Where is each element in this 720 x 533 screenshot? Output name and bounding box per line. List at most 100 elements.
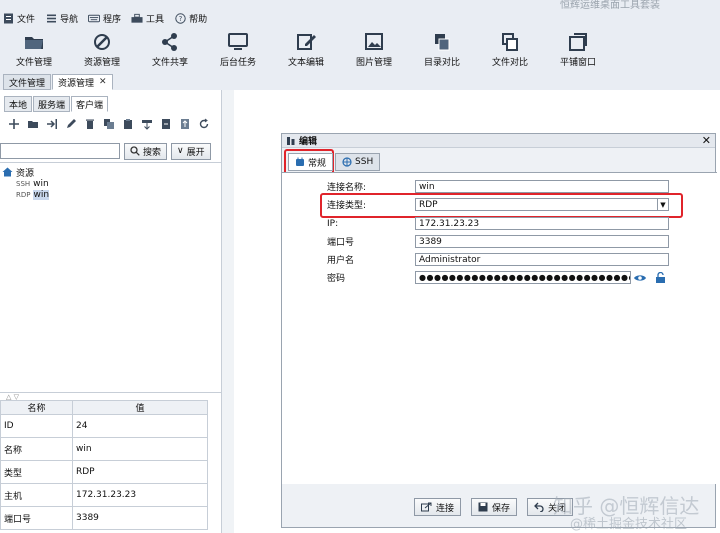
field-password: 密码 ●●●●●●●●●●●●●●●●●●●●●●●●●●●●●●●●●●●●●… xyxy=(327,271,666,284)
chevron-down-icon: ∨ xyxy=(177,146,184,156)
chevron-down-icon: ▼ xyxy=(657,199,668,210)
properties-table: 名称 值 ID 24 名称 win 类型 RDP 主机 172.31.23.23 端口号… xyxy=(0,400,208,530)
tool-file-share[interactable]: 文件共享 xyxy=(136,28,204,72)
edit-dialog: 编辑 ✕ 常规 SSH 连接名称: win 连接类型: RDP ▼ IP: 17… xyxy=(281,133,717,528)
table-row: 主机 172.31.23.23 xyxy=(0,483,208,507)
password-input[interactable]: ●●●●●●●●●●●●●●●●●●●●●●●●●●●●●●●●●●●●●●●●… xyxy=(415,271,631,284)
paste-icon[interactable] xyxy=(120,116,136,132)
panel-splitter[interactable]: △ ▽ xyxy=(0,392,222,401)
save-icon xyxy=(478,502,488,512)
tool-file-manager[interactable]: 文件管理 xyxy=(0,28,68,72)
window-title: 恒辉运维桌面工具套装 xyxy=(560,0,660,11)
search-button[interactable]: 搜索 xyxy=(124,142,168,160)
tool-resource-manager[interactable]: 资源管理 xyxy=(68,28,136,72)
tab-server[interactable]: 服务端 xyxy=(33,96,71,112)
tab-resource-manager[interactable]: 资源管理 ✕ xyxy=(52,74,113,90)
close-icon[interactable]: ✕ xyxy=(702,134,711,147)
edit-icon[interactable] xyxy=(63,116,79,132)
menu-bar: 文件 导航 程序 工具 ? 帮助 xyxy=(0,8,207,28)
keyboard-icon xyxy=(88,12,101,24)
import-icon[interactable] xyxy=(44,116,60,132)
dialog-title-bar[interactable]: 编辑 ✕ xyxy=(282,134,715,148)
tool-directory-compare[interactable]: 目录对比 xyxy=(408,28,476,72)
resource-sub-tabs: 本地 服务端 客户端 xyxy=(4,96,109,112)
general-form: 连接名称: win 连接类型: RDP ▼ IP: 172.31.23.23 端… xyxy=(282,172,717,484)
menu-tools[interactable]: 工具 xyxy=(131,12,164,25)
tools-icon xyxy=(131,12,143,24)
field-ip: IP: 172.31.23.23 xyxy=(327,217,669,230)
ip-input[interactable]: 172.31.23.23 xyxy=(415,217,669,230)
connect-button[interactable]: 连接 xyxy=(414,498,462,516)
add-icon[interactable] xyxy=(6,116,22,132)
refresh-icon[interactable] xyxy=(196,116,212,132)
dialog-buttons: 连接 保存 关闭 xyxy=(414,498,574,516)
folder-icon xyxy=(25,37,43,49)
menu-file[interactable]: 文件 xyxy=(2,12,35,25)
lock-icon[interactable] xyxy=(655,272,666,283)
resource-toolbar xyxy=(6,116,212,132)
tab-file-manager[interactable]: 文件管理 xyxy=(3,74,52,90)
upload-icon[interactable] xyxy=(177,116,193,132)
eye-icon[interactable] xyxy=(633,273,647,283)
menu-program[interactable]: 程序 xyxy=(88,12,121,25)
panel-tabs: 文件管理 资源管理 ✕ xyxy=(3,74,113,90)
tab-ssh[interactable]: SSH xyxy=(335,153,381,171)
search-input[interactable] xyxy=(0,143,120,159)
watermark: @稀土掘金技术社区 xyxy=(570,517,688,532)
globe-icon xyxy=(342,157,352,167)
tab-local[interactable]: 本地 xyxy=(4,96,33,112)
resource-panel: 本地 服务端 客户端 搜索 ∨ 展开 资源 SSH win RDP win △ … xyxy=(0,90,222,533)
field-connection-name: 连接名称: win xyxy=(327,180,669,193)
splitter[interactable] xyxy=(222,90,234,533)
node-type-tag: SSH xyxy=(16,179,31,188)
table-row: 名称 win xyxy=(0,437,208,461)
tree-root[interactable]: 资源 xyxy=(2,166,220,179)
tool-tile-window[interactable]: 平铺窗口 xyxy=(544,28,612,72)
monitor-icon xyxy=(228,33,248,50)
tab-general[interactable]: 常规 xyxy=(288,153,334,171)
export-icon[interactable] xyxy=(158,116,174,132)
copy-icon[interactable] xyxy=(101,116,117,132)
back-icon xyxy=(534,502,544,512)
field-connection-type: 连接类型: RDP ▼ xyxy=(327,198,669,211)
connection-name-input[interactable]: win xyxy=(415,180,669,193)
table-row: 类型 RDP xyxy=(0,460,208,484)
menu-icon xyxy=(45,12,57,24)
calendar-icon xyxy=(296,157,304,166)
column-header: 值 xyxy=(72,400,208,415)
node-type-tag: RDP xyxy=(16,190,31,199)
tree-node[interactable]: SSH win xyxy=(2,178,220,189)
network-icon xyxy=(94,34,110,50)
expand-button[interactable]: ∨ 展开 xyxy=(171,142,211,160)
move-icon[interactable] xyxy=(139,116,155,132)
app-icon xyxy=(287,136,295,145)
tool-file-compare[interactable]: 文件对比 xyxy=(476,28,544,72)
menu-help[interactable]: ? 帮助 xyxy=(174,12,207,25)
menu-navigate[interactable]: 导航 xyxy=(45,12,78,25)
dialog-tabs: 常规 SSH xyxy=(288,153,381,171)
save-button[interactable]: 保存 xyxy=(471,498,518,516)
tool-image-manager[interactable]: 图片管理 xyxy=(340,28,408,72)
port-input[interactable]: 3389 xyxy=(415,235,669,248)
home-icon xyxy=(2,167,13,177)
connection-type-select[interactable]: RDP ▼ xyxy=(415,198,669,211)
dialog-title: 编辑 xyxy=(299,137,318,147)
tool-text-editor[interactable]: 文本编辑 xyxy=(272,28,340,72)
delete-icon[interactable] xyxy=(82,116,98,132)
tool-background-tasks[interactable]: 后台任务 xyxy=(204,28,272,72)
field-username: 用户名 Administrator xyxy=(327,253,669,266)
image-icon xyxy=(365,33,383,50)
svg-text:?: ? xyxy=(178,15,182,23)
username-input[interactable]: Administrator xyxy=(415,253,669,266)
tree-node-selected[interactable]: RDP win xyxy=(2,189,220,200)
tab-client[interactable]: 客户端 xyxy=(71,96,109,112)
close-tab-icon[interactable]: ✕ xyxy=(99,77,107,87)
help-icon: ? xyxy=(174,12,186,24)
tile-window-icon xyxy=(569,33,587,51)
main-toolbar: 文件管理 资源管理 文件共享 后台任务 文本编辑 图片管理 目录对比 文件对比 … xyxy=(0,28,720,72)
table-row: 端口号 3389 xyxy=(0,506,208,530)
file-icon xyxy=(2,12,14,24)
add-folder-icon[interactable] xyxy=(25,116,41,132)
field-port: 端口号 3389 xyxy=(327,235,669,248)
search-bar: 搜索 ∨ 展开 xyxy=(0,142,222,160)
